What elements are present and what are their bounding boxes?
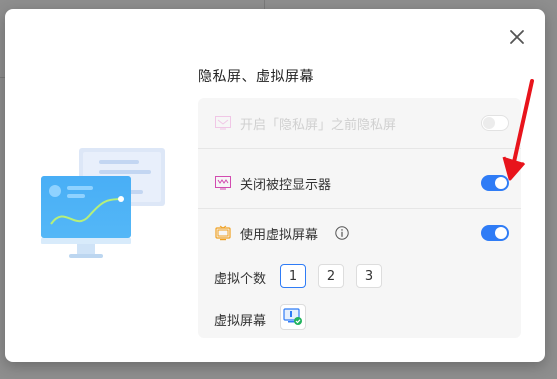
settings-panel: 开启「隐私屏」之前隐私屏 关闭被控显示器 使用虚拟屏幕 虚拟个数 1 2 3 虚… [198, 98, 521, 338]
count-option-1[interactable]: 1 [280, 264, 306, 288]
close-monitor-row: 关闭被控显示器 [198, 158, 521, 208]
virtual-screen-item[interactable] [280, 304, 306, 330]
count-option-3[interactable]: 3 [356, 264, 382, 288]
monitor-illustration [41, 148, 165, 258]
red-arrow-annotation [502, 79, 534, 181]
virtual-screen-icon [214, 224, 232, 242]
virtual-screen-row: 使用虚拟屏幕 [198, 208, 521, 258]
virtual-monitor-check-icon [283, 308, 302, 325]
virtual-screen-list-label: 虚拟屏幕 [214, 314, 267, 329]
close-monitor-label: 关闭被控显示器 [240, 177, 332, 193]
privacy-screen-label: 开启「隐私屏」之前隐私屏 [240, 117, 397, 133]
monitor-off-icon [214, 174, 232, 192]
privacy-screen-icon [214, 114, 232, 132]
info-icon[interactable] [335, 226, 349, 240]
close-button[interactable] [505, 25, 529, 49]
count-option-2[interactable]: 2 [318, 264, 344, 288]
dialog-title: 隐私屏、虚拟屏幕 [198, 69, 314, 85]
close-icon [510, 30, 524, 44]
privacy-screen-row: 开启「隐私屏」之前隐私屏 [198, 98, 521, 148]
toggle-knob [495, 227, 507, 239]
toggle-knob [483, 117, 495, 129]
virtual-screen-label: 使用虚拟屏幕 [240, 227, 319, 243]
virtual-screen-toggle[interactable] [481, 225, 509, 241]
divider [198, 148, 521, 149]
settings-dialog: 隐私屏、虚拟屏幕 开启「隐私屏」之前隐私屏 关闭被控显示器 使用虚拟屏幕 虚拟个… [5, 9, 545, 362]
virtual-count-label: 虚拟个数 [214, 272, 267, 287]
